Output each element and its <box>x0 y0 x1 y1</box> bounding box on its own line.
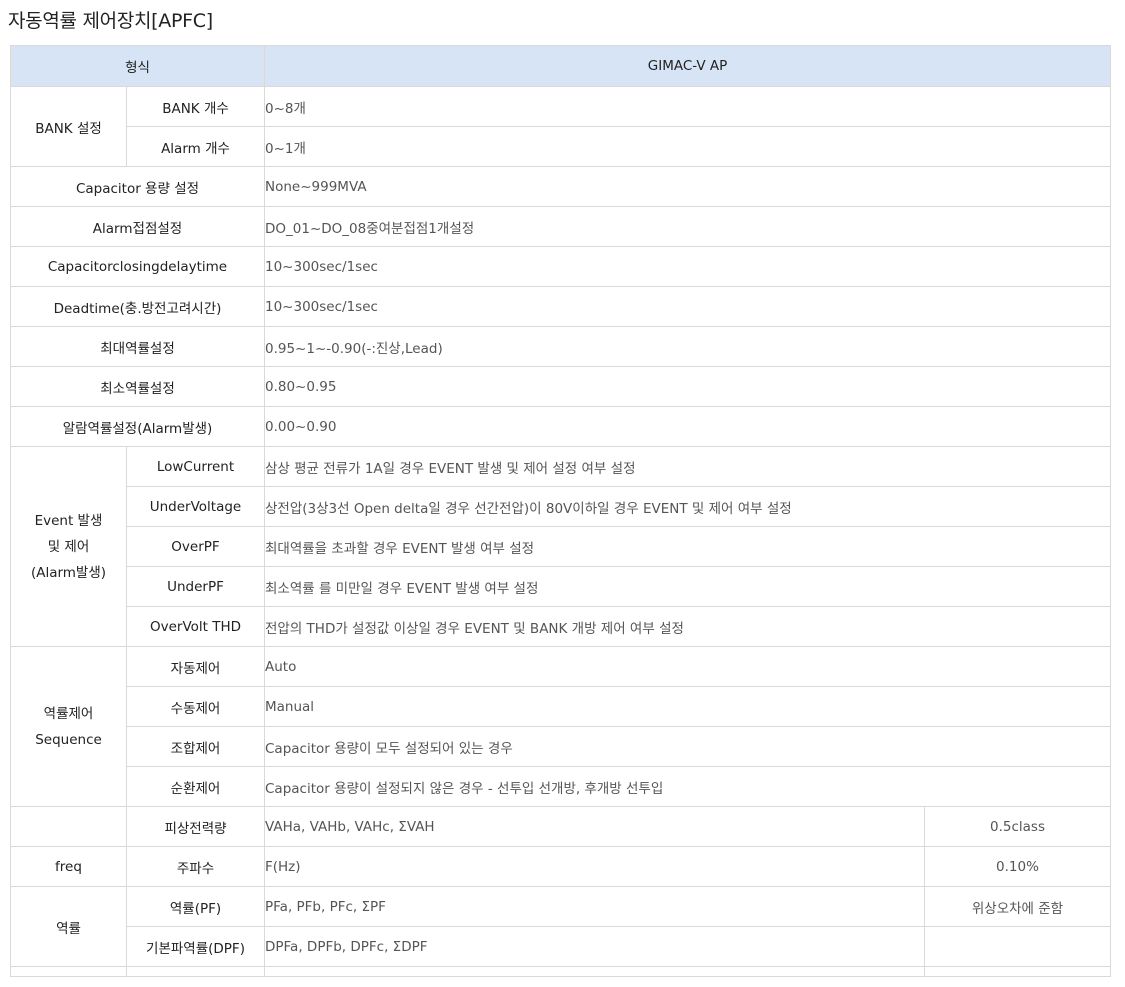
table-row: Capacitor 용량 설정 None~999MVA <box>10 166 1111 207</box>
table-row: OverPF 최대역률을 초과할 경우 EVENT 발생 여부 설정 <box>11 526 1111 567</box>
table-row-partial <box>10 966 1111 977</box>
row-value: 삼상 평균 전류가 1A일 경우 EVENT 발생 및 제어 설정 여부 설정 <box>264 446 1111 487</box>
row-value: Auto <box>264 646 1111 687</box>
row-accuracy: 0.10% <box>924 846 1111 887</box>
row-accuracy: 0.5class <box>924 806 1111 847</box>
row-label: OverVolt THD <box>126 606 265 647</box>
row-label: 수동제어 <box>126 686 265 727</box>
empty-cell <box>264 966 925 977</box>
row-value: 10~300sec/1sec <box>264 286 1111 327</box>
row-value: 0~1개 <box>264 126 1111 167</box>
row-value: 0.00~0.90 <box>264 406 1111 447</box>
table-row: BANK 설정 BANK 개수 0~8개 <box>10 86 1111 167</box>
row-label: 최대역률설정 <box>10 326 265 367</box>
table-row: freq 주파수 F(Hz) 0.10% <box>10 846 1111 887</box>
table-row: OverVolt THD 전압의 THD가 설정값 이상일 경우 EVENT 및… <box>11 606 1111 647</box>
row-value: 0.80~0.95 <box>264 366 1111 407</box>
table-row: Alarm 개수 0~1개 <box>11 126 1111 167</box>
group-label-pf: 역률 <box>10 886 127 967</box>
row-accuracy: 위상오차에 준함 <box>924 886 1111 927</box>
empty-cell <box>924 966 1111 977</box>
group-label-line: 역률제어 <box>43 705 94 722</box>
row-label: 역률(PF) <box>126 886 265 927</box>
row-label: 최소역률설정 <box>10 366 265 407</box>
table-row: 순환제어 Capacitor 용량이 설정되지 않은 경우 - 선투입 선개방,… <box>11 766 1111 807</box>
row-value: None~999MVA <box>264 166 1111 207</box>
table-row: Capacitorclosingdelaytime 10~300sec/1sec <box>10 246 1111 287</box>
row-label: 알람역률설정(Alarm발생) <box>10 406 265 447</box>
row-value: 상전압(3상3선 Open delta일 경우 선간전압)이 80V이하일 경우… <box>264 486 1111 527</box>
row-value: 최소역률 를 미만일 경우 EVENT 발생 여부 설정 <box>264 566 1111 607</box>
row-label: 주파수 <box>126 846 265 887</box>
table-row: 최소역률설정 0.80~0.95 <box>10 366 1111 407</box>
page-title: 자동역률 제어장치[APFC] <box>8 10 213 32</box>
group-label-freq: freq <box>10 846 127 887</box>
group-label-line: 및 제어 <box>47 538 90 555</box>
row-value: Manual <box>264 686 1111 727</box>
table-row: 수동제어 Manual <box>11 686 1111 727</box>
row-label: OverPF <box>126 526 265 567</box>
table-row: UnderPF 최소역률 를 미만일 경우 EVENT 발생 여부 설정 <box>11 566 1111 607</box>
table-header-row: 형식 GIMAC-V AP <box>10 45 1111 87</box>
row-accuracy <box>924 926 1111 967</box>
row-value: 10~300sec/1sec <box>264 246 1111 287</box>
table-row: Alarm접점설정 DO_01~DO_08중여분접점1개설정 <box>10 206 1111 247</box>
row-value: 전압의 THD가 설정값 이상일 경우 EVENT 및 BANK 개방 제어 여… <box>264 606 1111 647</box>
row-label: UnderVoltage <box>126 486 265 527</box>
row-value: DO_01~DO_08중여분접점1개설정 <box>264 206 1111 247</box>
row-label: Alarm접점설정 <box>10 206 265 247</box>
row-value: PFa, PFb, PFc, ΣPF <box>264 886 925 927</box>
table-row: 최대역률설정 0.95~1~-0.90(-:진상,Lead) <box>10 326 1111 367</box>
row-label: LowCurrent <box>126 446 265 487</box>
row-value: 0.95~1~-0.90(-:진상,Lead) <box>264 326 1111 367</box>
table-row: 기본파역률(DPF) DPFa, DPFb, DPFc, ΣDPF <box>11 926 1111 967</box>
row-label: UnderPF <box>126 566 265 607</box>
group-label-sequence: 역률제어 Sequence <box>10 646 127 807</box>
empty-cell <box>126 966 265 977</box>
group-label-apparent <box>10 806 127 847</box>
spec-table: 형식 GIMAC-V AP BANK 설정 BANK 개수 0~8개 Alarm… <box>10 45 1111 977</box>
table-row: UnderVoltage 상전압(3상3선 Open delta일 경우 선간전… <box>11 486 1111 527</box>
group-label-bank: BANK 설정 <box>10 86 127 167</box>
row-value: 최대역률을 초과할 경우 EVENT 발생 여부 설정 <box>264 526 1111 567</box>
table-row: 역률제어 Sequence 자동제어 Auto <box>10 646 1111 807</box>
empty-cell <box>10 966 127 977</box>
row-label: Capacitorclosingdelaytime <box>10 246 265 287</box>
table-row: 조합제어 Capacitor 용량이 모두 설정되어 있는 경우 <box>11 726 1111 767</box>
row-label: 순환제어 <box>126 766 265 807</box>
row-label: 피상전력량 <box>126 806 265 847</box>
row-label: Deadtime(충.방전고려시간) <box>10 286 265 327</box>
row-label: BANK 개수 <box>126 86 265 127</box>
header-model: GIMAC-V AP <box>264 45 1111 87</box>
row-label: Capacitor 용량 설정 <box>10 166 265 207</box>
table-row: 알람역률설정(Alarm발생) 0.00~0.90 <box>10 406 1111 447</box>
table-row: Event 발생 및 제어 (Alarm발생) LowCurrent 삼상 평균… <box>10 446 1111 647</box>
row-label: 자동제어 <box>126 646 265 687</box>
row-label: Alarm 개수 <box>126 126 265 167</box>
row-value: DPFa, DPFb, DPFc, ΣDPF <box>264 926 925 967</box>
table-row: 역률 역률(PF) PFa, PFb, PFc, ΣPF 위상오차에 준함 <box>10 886 1111 967</box>
row-label: 조합제어 <box>126 726 265 767</box>
row-value: F(Hz) <box>264 846 925 887</box>
table-row: Deadtime(충.방전고려시간) 10~300sec/1sec <box>10 286 1111 327</box>
row-value: Capacitor 용량이 모두 설정되어 있는 경우 <box>264 726 1111 767</box>
table-row: 피상전력량 VAHa, VAHb, VAHc, ΣVAH 0.5class <box>10 806 1111 847</box>
row-value: Capacitor 용량이 설정되지 않은 경우 - 선투입 선개방, 후개방 … <box>264 766 1111 807</box>
group-label-line: (Alarm발생) <box>30 564 107 581</box>
group-label-line: Event 발생 <box>34 512 103 529</box>
header-type: 형식 <box>10 45 265 87</box>
group-label-line: Sequence <box>35 731 102 748</box>
row-value: 0~8개 <box>264 86 1111 127</box>
row-value: VAHa, VAHb, VAHc, ΣVAH <box>264 806 925 847</box>
row-label: 기본파역률(DPF) <box>126 926 265 967</box>
group-label-event: Event 발생 및 제어 (Alarm발생) <box>10 446 127 647</box>
